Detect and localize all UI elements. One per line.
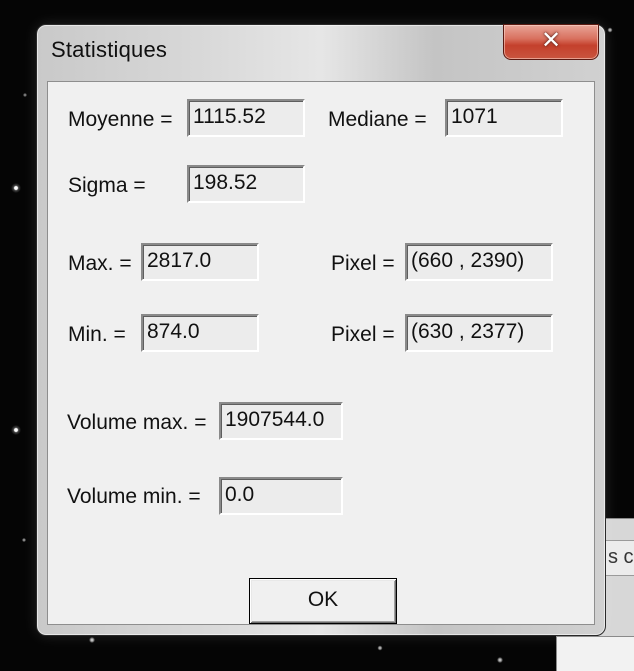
sigma-label: Sigma = — [68, 174, 146, 197]
window-title: Statistiques — [51, 37, 168, 62]
volume-max-label: Volume max. = — [67, 411, 207, 434]
background-window-panel — [556, 636, 634, 671]
min-label: Min. = — [68, 323, 126, 346]
ok-button[interactable]: OK — [249, 578, 397, 624]
min-field[interactable]: 874.0 — [141, 314, 259, 352]
volume-max-field[interactable]: 1907544.0 — [219, 402, 343, 440]
min-pixel-field[interactable]: (630 , 2377) — [405, 314, 553, 352]
max-pixel-field[interactable]: (660 , 2390) — [405, 243, 553, 281]
close-button[interactable]: ✕ — [503, 24, 599, 60]
dialog-content: Moyenne = 1115.52 Mediane = 1071 Sigma =… — [47, 81, 595, 625]
min-pixel-label: Pixel = — [331, 323, 395, 346]
max-label: Max. = — [68, 252, 132, 275]
mediane-label: Mediane = — [328, 108, 427, 131]
max-field[interactable]: 2817.0 — [141, 243, 259, 281]
mediane-field[interactable]: 1071 — [445, 99, 563, 137]
max-pixel-label: Pixel = — [331, 252, 395, 275]
sigma-field[interactable]: 198.52 — [187, 165, 305, 203]
volume-min-label: Volume min. = — [67, 485, 201, 508]
statistics-dialog: Statistiques ✕ Moyenne = 1115.52 Mediane… — [36, 24, 606, 636]
close-icon: ✕ — [540, 27, 562, 54]
moyenne-field[interactable]: 1115.52 — [187, 99, 305, 137]
volume-min-field[interactable]: 0.0 — [219, 477, 343, 515]
moyenne-label: Moyenne = — [68, 108, 173, 131]
background-window-tab[interactable]: s c — [603, 540, 634, 576]
